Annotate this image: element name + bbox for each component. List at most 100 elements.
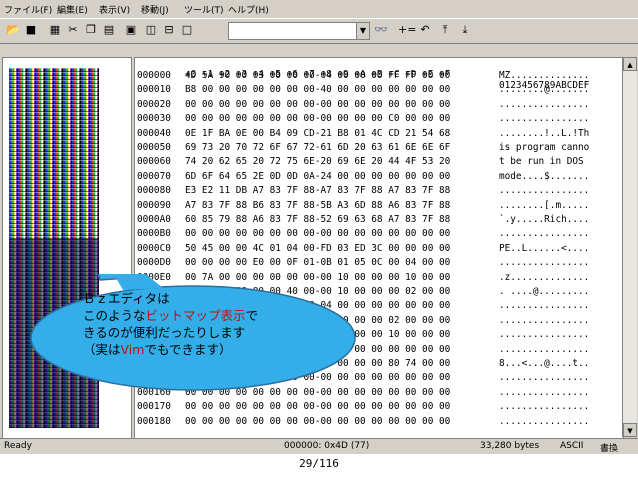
row-ascii: ................ <box>499 257 590 269</box>
row-ascii: ................ <box>499 386 590 398</box>
open-folder-icon[interactable]: 📂 <box>6 23 20 37</box>
row-address: 000090 <box>137 199 171 211</box>
scroll-up-icon[interactable]: ▲ <box>623 57 637 71</box>
menu-bar: ファイル(F) 編集(E) 表示(V) 移動(J) ツール(T) ヘルプ(H) <box>0 0 638 17</box>
row-hex-bytes: 60 85 79 88 A6 83 7F 88-52 69 63 68 A7 8… <box>185 214 451 225</box>
status-encoding: ASCII <box>560 441 584 451</box>
status-file-size: 33,280 bytes <box>480 441 540 451</box>
row-hex-bytes: 00 00 00 00 00 00 00 00-00 00 00 00 00 0… <box>185 98 451 110</box>
row-ascii: .z.............. <box>499 271 590 283</box>
row-ascii: ........!..L.!Th <box>499 127 590 139</box>
row-address: 000070 <box>137 170 171 182</box>
callout-line-4a: （実は <box>83 342 121 357</box>
callout-line-3: きるのが便利だったりします <box>83 325 246 340</box>
row-address: 0000C0 <box>137 242 171 254</box>
row-address: 0000D0 <box>137 257 171 269</box>
row-address: 000060 <box>137 156 171 168</box>
scroll-down-icon[interactable]: ▼ <box>623 423 637 437</box>
row-hex-bytes: 00 00 00 00 00 00 00 00-00 00 00 00 00 0… <box>185 415 451 427</box>
vertical-scrollbar[interactable]: ▲ ▼ <box>622 57 637 437</box>
row-address: 000030 <box>137 113 171 125</box>
row-hex-bytes: 0E 1F BA 0E 00 B4 09 CD-21 B8 01 4C CD 2… <box>185 127 451 139</box>
row-address: 000080 <box>137 185 171 197</box>
row-ascii: PE..L......<.... <box>499 242 590 254</box>
row-ascii: t be run in DOS <box>499 156 590 168</box>
callout-line-2a: このような <box>83 308 146 323</box>
cut-icon[interactable]: ✂ <box>66 23 80 37</box>
row-ascii: ................ <box>499 372 590 384</box>
row-ascii: ................ <box>499 300 590 312</box>
row-ascii: `.y.....Rich.... <box>499 214 590 225</box>
jump-back-icon[interactable]: ↶ <box>418 23 432 37</box>
menu-view[interactable]: 表示(V) <box>99 3 130 16</box>
row-address: 000020 <box>137 98 171 110</box>
row-hex-bytes: 00 00 00 00 00 00 00 00-00 00 00 00 00 0… <box>185 401 451 413</box>
save-icon[interactable]: ■ <box>24 23 38 37</box>
row-hex-bytes: 74 20 62 65 20 72 75 6E-20 69 6E 20 44 4… <box>185 156 451 168</box>
row-ascii: ................ <box>499 314 590 326</box>
row-ascii: mode....$....... <box>499 170 590 182</box>
row-ascii: ................ <box>499 228 590 240</box>
row-hex-bytes: B8 00 00 00 00 00 00 00-40 00 00 00 00 0… <box>185 84 451 96</box>
compare-icon[interactable]: ▦ <box>48 23 62 37</box>
row-ascii: ................ <box>499 415 590 427</box>
row-hex-bytes: 4D 5A 90 00 03 00 00 00-04 00 00 00 FF F… <box>185 70 451 81</box>
hex-column-header: +0 +1 +2 +3 +4 +5 +6 +7 +8 +9 +A +B +C +… <box>135 58 623 91</box>
row-ascii: ................ <box>499 329 590 341</box>
row-hex-bytes: 00 00 00 00 00 00 00 00-00 00 00 00 00 0… <box>185 228 451 240</box>
row-ascii: ........[.m..... <box>499 199 590 211</box>
row-hex-bytes: E3 E2 11 DB A7 83 7F 88-A7 83 7F 88 A7 8… <box>185 185 451 197</box>
callout-line-1: Ｂｚエディタは <box>83 291 170 306</box>
callout-line-4c: でもできます） <box>144 342 232 357</box>
status-mode: 書換 <box>600 444 619 454</box>
jump-bottom-icon[interactable]: ⤓ <box>458 23 472 37</box>
status-ready: Ready <box>4 441 32 451</box>
menu-edit[interactable]: 編集(E) <box>57 3 88 16</box>
toolbar: 📂 ■ ▦ ✂ ❐ ▤ ▣ ◫ ⊟ □ ▼ 👓 += ↶ ⤒ ⤓ <box>0 18 638 44</box>
page-number: 29/116 <box>299 457 339 470</box>
row-hex-bytes: 00 00 00 00 00 00 00 00-00 00 00 00 C0 0… <box>185 113 451 125</box>
row-ascii: . ....@......... <box>499 286 590 297</box>
chevron-down-icon[interactable]: ▼ <box>356 23 369 39</box>
search-combo[interactable]: ▼ <box>228 22 370 40</box>
menu-tools[interactable]: ツール(T) <box>184 3 224 16</box>
row-address: 000010 <box>137 84 171 96</box>
menu-jump[interactable]: 移動(J) <box>141 3 169 16</box>
row-hex-bytes: 00 00 00 00 E0 00 0F 01-0B 01 05 0C 00 0… <box>185 257 451 269</box>
row-ascii: ................ <box>499 343 590 355</box>
row-address: 0000B0 <box>137 228 171 240</box>
row-ascii: ................ <box>499 401 590 413</box>
view-window-icon[interactable]: □ <box>180 23 194 37</box>
view-split-horizontal-icon[interactable]: ⊟ <box>162 23 176 37</box>
add-mark-icon[interactable]: += <box>398 23 416 37</box>
row-address: 000040 <box>137 127 171 139</box>
view-split-vertical-icon[interactable]: ◫ <box>144 23 158 37</box>
row-address: 000050 <box>137 142 171 153</box>
callout-text: Ｂｚエディタは このようなビットマップ表示で きるのが便利だったりします （実は… <box>83 290 353 358</box>
view-single-icon[interactable]: ▣ <box>124 23 138 37</box>
status-bar: Ready 000000: 0x4D (77) 33,280 bytes ASC… <box>0 438 638 454</box>
row-ascii: ................ <box>499 98 590 110</box>
paste-icon[interactable]: ▤ <box>102 23 116 37</box>
menu-help[interactable]: ヘルプ(H) <box>228 3 269 16</box>
row-ascii: 8...<...@....t.. <box>499 358 590 369</box>
row-hex-bytes: 6D 6F 64 65 2E 0D 0D 0A-24 00 00 00 00 0… <box>185 170 451 182</box>
menu-file[interactable]: ファイル(F) <box>4 3 52 16</box>
status-position: 000000: 0x4D (77) <box>284 441 370 451</box>
row-ascii: is program canno <box>499 142 590 153</box>
callout-line-4: （実はVimでもできます） <box>83 341 353 358</box>
row-ascii: ........@....... <box>499 84 590 96</box>
binoculars-search-icon[interactable]: 👓 <box>374 23 388 37</box>
row-hex-bytes: 69 73 20 70 72 6F 67 72-61 6D 20 63 61 6… <box>185 142 451 153</box>
callout-line-2: このようなビットマップ表示で <box>83 307 353 324</box>
jump-top-icon[interactable]: ⤒ <box>438 23 452 37</box>
row-ascii: ................ <box>499 113 590 125</box>
row-address: 000170 <box>137 401 171 413</box>
row-address: 0000A0 <box>137 214 171 225</box>
callout-line-2c: で <box>245 308 259 323</box>
row-ascii: ................ <box>499 185 590 197</box>
callout-highlight-bitmap: ビットマップ表示 <box>145 308 246 323</box>
row-address: 000000 <box>137 70 171 81</box>
callout-highlight-vim: Vim <box>120 342 145 357</box>
copy-icon[interactable]: ❐ <box>84 23 98 37</box>
